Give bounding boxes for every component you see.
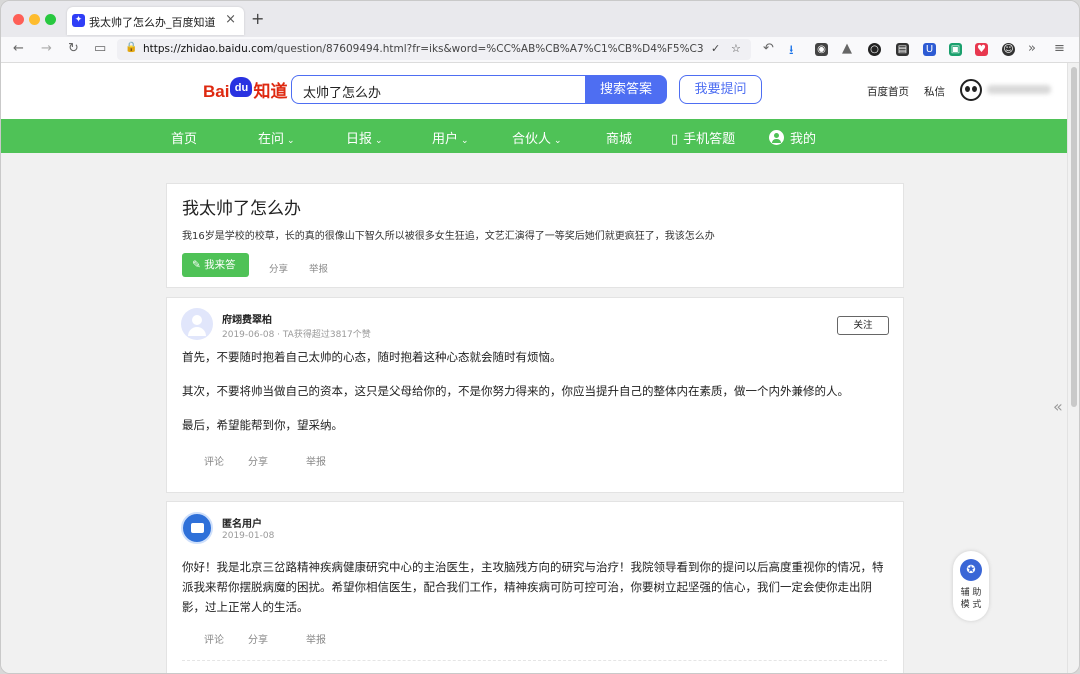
- forward-icon[interactable]: →: [41, 41, 52, 56]
- question-title: 我太帅了怎么办: [182, 199, 301, 219]
- menu-icon[interactable]: ≡: [1054, 41, 1065, 56]
- site-header: Bai du 知道 太帅了怎么办 搜索答案 我要提问 百度首页 私信: [1, 63, 1069, 119]
- pocket-icon[interactable]: ♥: [975, 43, 988, 56]
- comment-link[interactable]: 评论: [204, 453, 224, 468]
- divider: [182, 660, 887, 661]
- chevron-down-icon: ⌄: [461, 136, 469, 146]
- nav-item-home[interactable]: 首页: [171, 128, 197, 147]
- chevron-down-icon: ⌄: [287, 136, 295, 146]
- tab-close-icon[interactable]: ×: [225, 12, 236, 27]
- answer-card: 匿名用户 2019-01-08 你好！我是北京三岔路精神疾病健康研究中心的主治医…: [166, 501, 904, 673]
- browser-tab[interactable]: ✦ 我太帅了怎么办_百度知道 ×: [67, 7, 244, 35]
- navigation-bar: ← → ↻ ▭ 🔒 https://zhidao.baidu.com/quest…: [1, 37, 1079, 63]
- overflow-icon[interactable]: »: [1028, 41, 1036, 56]
- ask-question-button[interactable]: 我要提问: [679, 75, 762, 104]
- answer-paragraph: 最后，希望能帮到你，望采纳。: [182, 418, 343, 432]
- share-link[interactable]: 分享: [248, 453, 268, 468]
- baidu-zhidao-logo[interactable]: Bai du 知道: [203, 77, 287, 102]
- scrollbar-thumb[interactable]: [1071, 67, 1077, 407]
- chevron-down-icon: ⌄: [554, 136, 562, 146]
- answer-paragraph: 首先，不要随时抱着自己太帅的心态，随时抱着这种心态就会随时有烦恼。: [182, 350, 562, 364]
- back-icon[interactable]: ←: [13, 41, 24, 56]
- baidu-paw-icon: ✦: [72, 14, 85, 27]
- assist-mode-label: 辅 助 模 式: [960, 588, 982, 610]
- reader-icon[interactable]: ▭: [94, 41, 106, 56]
- answer-paragraph: 其次，不要将帅当做自己的资本，这只是父母给你的，不是你努力得来的，你应当提升自己…: [182, 384, 849, 398]
- maximize-window-button[interactable]: [45, 14, 56, 25]
- question-card: 我太帅了怎么办 我16岁是学校的校草，长的真的很像山下智久所以被很多女生狂追，文…: [166, 183, 904, 288]
- nav-item-mine[interactable]: 我的: [769, 128, 816, 147]
- collapse-icon[interactable]: «: [1053, 397, 1063, 416]
- nav-item-partners[interactable]: 合伙人 ⌄: [512, 128, 562, 147]
- face-icon[interactable]: ☺: [1002, 43, 1015, 56]
- paw-icon: du: [230, 77, 253, 97]
- check-icon[interactable]: ✓: [711, 42, 720, 55]
- report-link[interactable]: 举报: [309, 261, 328, 275]
- scrollbar[interactable]: [1067, 63, 1079, 673]
- answer-author[interactable]: 匿名用户: [222, 515, 262, 530]
- browser-window: ✦ 我太帅了怎么办_百度知道 × + ← → ↻ ▭ 🔒 https://zhi…: [0, 0, 1080, 674]
- answer-avatar[interactable]: [181, 308, 213, 340]
- answer-button[interactable]: ✎ 我来答: [182, 253, 249, 277]
- url-bar[interactable]: 🔒 https://zhidao.baidu.com/question/8760…: [117, 39, 751, 60]
- assist-mode-button[interactable]: ✪ 辅 助 模 式: [953, 551, 989, 621]
- tab-title: 我太帅了怎么办_百度知道: [89, 16, 216, 29]
- answer-author[interactable]: 府翊费翠柏: [222, 311, 272, 326]
- answer-paragraph: 你好！我是北京三岔路精神疾病健康研究中心的主治医生，主攻脑残方向的研究与治疗！我…: [182, 560, 884, 614]
- answer-meta: 2019-01-08: [222, 531, 275, 541]
- minimize-window-button[interactable]: [29, 14, 40, 25]
- answer-card: 府翊费翠柏 2019-06-08 · TA获得超过3817个赞 关注 首先，不要…: [166, 297, 904, 493]
- url-text[interactable]: https://zhidao.baidu.com/question/876094…: [143, 43, 703, 55]
- nav-item-daily[interactable]: 日报 ⌄: [346, 128, 383, 147]
- reload-icon[interactable]: ↻: [68, 41, 79, 56]
- edit-icon: ✎: [192, 259, 205, 271]
- search-button[interactable]: 搜索答案: [585, 75, 667, 104]
- nav-item-mall[interactable]: 商城: [606, 128, 632, 147]
- nav-item-users[interactable]: 用户 ⌄: [432, 128, 469, 147]
- tabs-icon[interactable]: ▤: [896, 43, 909, 56]
- star-icon[interactable]: ☆: [731, 42, 741, 55]
- new-tab-button[interactable]: +: [251, 9, 264, 28]
- share-link[interactable]: 分享: [269, 261, 288, 275]
- download-icon[interactable]: ⭳: [789, 41, 794, 63]
- phone-icon: ▯: [671, 132, 679, 147]
- circle-icon[interactable]: ○: [868, 43, 881, 56]
- report-link[interactable]: 举报: [306, 453, 326, 468]
- nav-item-asking[interactable]: 在问 ⌄: [258, 128, 295, 147]
- report-link[interactable]: 举报: [306, 631, 326, 646]
- lock-icon: 🔒: [125, 42, 138, 53]
- main-nav: 首页 在问 ⌄ 日报 ⌄ 用户 ⌄ 合伙人 ⌄ 商城 ▯ 手机答题 我的: [1, 119, 1069, 153]
- answer-avatar[interactable]: [181, 512, 213, 544]
- chevron-down-icon: ⌄: [375, 136, 383, 146]
- save-icon[interactable]: ▣: [949, 43, 962, 56]
- follow-button[interactable]: 关注: [837, 316, 889, 335]
- rocket-icon[interactable]: ▲: [842, 41, 852, 56]
- answer-meta: 2019-06-08 · TA获得超过3817个赞: [222, 330, 371, 340]
- question-description: 我16岁是学校的校草，长的真的很像山下智久所以被很多女生狂追，文艺汇演得了一等奖…: [182, 231, 715, 242]
- username-blurred[interactable]: [987, 85, 1051, 94]
- shield-icon[interactable]: U: [923, 43, 936, 56]
- share-link[interactable]: 分享: [248, 631, 268, 646]
- user-icon: [769, 130, 784, 145]
- accessibility-icon: ✪: [960, 559, 982, 581]
- page-viewport: Bai du 知道 太帅了怎么办 搜索答案 我要提问 百度首页 私信 首页 在问 ⌄ …: [1, 63, 1069, 673]
- camera-icon[interactable]: ◉: [815, 43, 828, 56]
- baidu-home-link[interactable]: 百度首页: [867, 84, 909, 99]
- tab-strip: ✦ 我太帅了怎么办_百度知道 × +: [1, 1, 1079, 37]
- user-avatar[interactable]: [960, 79, 982, 101]
- nav-item-mobile-answer[interactable]: ▯ 手机答题: [671, 128, 735, 147]
- search-input[interactable]: 太帅了怎么办: [291, 75, 585, 104]
- messages-link[interactable]: 私信: [924, 84, 945, 99]
- close-window-button[interactable]: [13, 14, 24, 25]
- undo-icon[interactable]: ↶: [763, 41, 774, 56]
- comment-link[interactable]: 评论: [204, 631, 224, 646]
